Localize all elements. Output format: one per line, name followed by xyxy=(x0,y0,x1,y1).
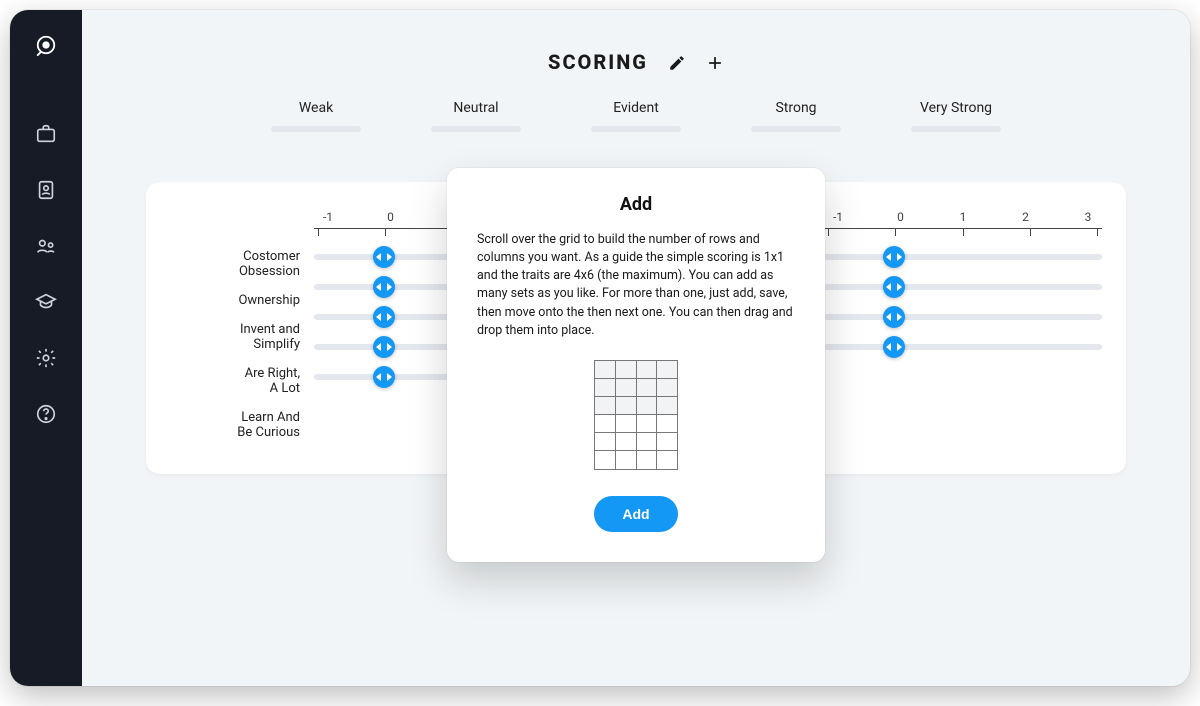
grid-cell[interactable] xyxy=(595,433,616,451)
trait-label: Ownership xyxy=(170,294,300,309)
scale-bar xyxy=(751,126,841,132)
trait-label: CostomerObsession xyxy=(170,250,300,280)
modal-body: Scroll over the grid to build the number… xyxy=(477,231,795,340)
slider-handle-icon[interactable] xyxy=(373,276,395,298)
grid-cell[interactable] xyxy=(637,379,658,397)
grid-cell[interactable] xyxy=(637,361,658,379)
briefcase-icon[interactable] xyxy=(34,122,58,146)
scale-col: Very Strong xyxy=(906,100,1006,132)
slider[interactable] xyxy=(824,278,1102,296)
grid-cell[interactable] xyxy=(595,451,616,469)
grid-cell[interactable] xyxy=(657,397,677,415)
app-frame: SCORING Weak Neutral Evident Strong xyxy=(10,10,1190,686)
grid-cell[interactable] xyxy=(616,433,637,451)
add-button[interactable]: Add xyxy=(594,496,677,532)
slider-ticks: -1 0 1 2 3 xyxy=(824,210,1102,224)
scale-col: Strong xyxy=(746,100,846,132)
trait-label: Learn AndBe Curious xyxy=(170,411,300,441)
tick-label: 2 xyxy=(1016,210,1036,224)
scale-label: Evident xyxy=(586,100,686,116)
logo-icon[interactable] xyxy=(31,30,61,60)
grid-cell[interactable] xyxy=(657,433,677,451)
scale-col: Weak xyxy=(266,100,366,132)
slider[interactable] xyxy=(824,338,1102,356)
scale-bar xyxy=(431,126,521,132)
slider-handle-icon[interactable] xyxy=(373,336,395,358)
sidebar xyxy=(10,10,82,686)
page-title: SCORING xyxy=(548,50,648,74)
slider[interactable] xyxy=(824,248,1102,266)
tick-label: 3 xyxy=(1078,210,1098,224)
scale-header-row: Weak Neutral Evident Strong Very Strong xyxy=(102,100,1170,132)
tick-label: -1 xyxy=(828,210,848,224)
tick-label: 0 xyxy=(891,210,911,224)
grid-builder[interactable] xyxy=(594,360,678,470)
slider-handle-icon[interactable] xyxy=(373,366,395,388)
grid-cell[interactable] xyxy=(657,361,677,379)
grid-cell[interactable] xyxy=(637,451,658,469)
grid-cell[interactable] xyxy=(616,379,637,397)
slider-handle-icon[interactable] xyxy=(883,336,905,358)
add-modal: Add Scroll over the grid to build the nu… xyxy=(447,168,825,562)
grid-cell[interactable] xyxy=(657,379,677,397)
trait-label-col: CostomerObsession Ownership Invent andSi… xyxy=(170,210,300,440)
page-title-row: SCORING xyxy=(102,50,1170,74)
trait-label: Invent andSimplify xyxy=(170,323,300,353)
scale-bar xyxy=(911,126,1001,132)
scale-label: Weak xyxy=(266,100,366,116)
scale-label: Very Strong xyxy=(906,100,1006,116)
main-content: SCORING Weak Neutral Evident Strong xyxy=(82,10,1190,686)
grid-cell[interactable] xyxy=(616,451,637,469)
grid-cell[interactable] xyxy=(595,415,616,433)
scale-label: Strong xyxy=(746,100,846,116)
modal-title: Add xyxy=(477,194,795,215)
slider[interactable] xyxy=(824,308,1102,326)
grid-cell[interactable] xyxy=(657,451,677,469)
grid-cell[interactable] xyxy=(595,379,616,397)
pencil-icon[interactable] xyxy=(668,53,686,71)
grid-cell[interactable] xyxy=(595,361,616,379)
tick-label: 1 xyxy=(953,210,973,224)
help-icon[interactable] xyxy=(34,402,58,426)
people-icon[interactable] xyxy=(34,234,58,258)
grid-cell[interactable] xyxy=(637,415,658,433)
tick-label: 0 xyxy=(381,210,401,224)
scale-bar xyxy=(591,126,681,132)
grid-cell[interactable] xyxy=(657,415,677,433)
tick-label: -1 xyxy=(318,210,338,224)
grid-cell[interactable] xyxy=(616,415,637,433)
grid-cell[interactable] xyxy=(595,397,616,415)
slider-col: -1 0 1 2 3 xyxy=(824,210,1102,367)
grid-cell[interactable] xyxy=(616,397,637,415)
slider-handle-icon[interactable] xyxy=(373,306,395,328)
id-badge-icon[interactable] xyxy=(34,178,58,202)
slider-handle-icon[interactable] xyxy=(883,306,905,328)
gear-icon[interactable] xyxy=(34,346,58,370)
plus-icon[interactable] xyxy=(706,53,724,71)
scale-label: Neutral xyxy=(426,100,526,116)
scale-col: Evident xyxy=(586,100,686,132)
slider-handle-icon[interactable] xyxy=(883,246,905,268)
graduation-icon[interactable] xyxy=(34,290,58,314)
grid-cell[interactable] xyxy=(637,397,658,415)
scale-bar xyxy=(271,126,361,132)
grid-cell[interactable] xyxy=(637,433,658,451)
scale-col: Neutral xyxy=(426,100,526,132)
trait-label: Are Right,A Lot xyxy=(170,367,300,397)
grid-cell[interactable] xyxy=(616,361,637,379)
slider-axis xyxy=(824,228,1102,236)
slider-handle-icon[interactable] xyxy=(373,246,395,268)
slider-handle-icon[interactable] xyxy=(883,276,905,298)
